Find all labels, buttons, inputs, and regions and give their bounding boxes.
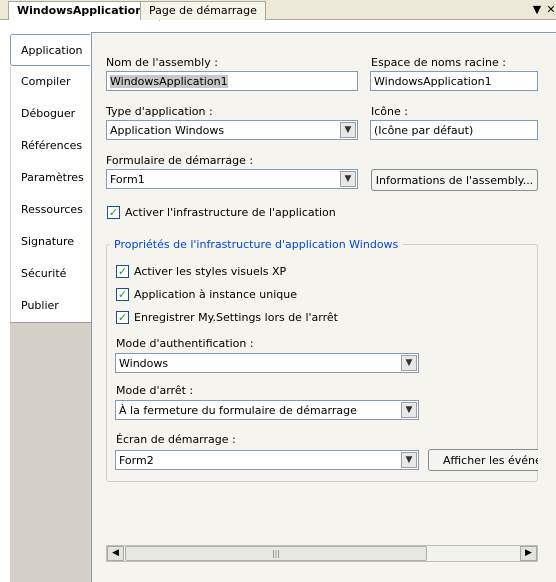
horizontal-scrollbar[interactable]: ◀ ||| ▶	[106, 545, 538, 562]
assembly-info-button[interactable]: Informations de l'assembly...	[371, 169, 538, 191]
startup-form-label: Formulaire de démarrage :	[106, 154, 254, 167]
chevron-down-icon[interactable]: ▼	[401, 402, 417, 418]
scrollbar-thumb[interactable]: |||	[125, 546, 427, 561]
icon-combo[interactable]: (Icône par défaut)	[370, 120, 538, 140]
splash-screen-value: Form2	[119, 454, 154, 467]
icon-value: (Icône par défaut)	[374, 124, 474, 137]
enable-framework-label: Activer l'infrastructure de l'applicatio…	[125, 206, 336, 219]
xp-styles-label: Activer les styles visuels XP	[134, 265, 287, 278]
auth-mode-value: Windows	[119, 357, 169, 370]
assembly-name-value: WindowsApplication1	[110, 75, 228, 88]
app-type-value: Application Windows	[110, 124, 225, 137]
xp-styles-checkbox[interactable]: ✓	[116, 265, 129, 278]
assembly-name-input[interactable]: WindowsApplication1	[106, 71, 358, 91]
chevron-down-icon[interactable]: ▼	[401, 355, 417, 371]
icon-label: Icône :	[371, 105, 408, 118]
app-type-label: Type d'application :	[106, 105, 213, 118]
framework-properties-group-title: Propriétés de l'infrastructure d'applica…	[110, 238, 403, 251]
splash-screen-label: Écran de démarrage :	[116, 433, 236, 446]
save-settings-checkbox[interactable]: ✓	[116, 311, 129, 324]
splash-screen-combo[interactable]: Form2 ▼	[115, 450, 419, 470]
auth-mode-label: Mode d'authentification :	[116, 337, 254, 350]
scroll-right-icon[interactable]: ▶	[520, 546, 537, 561]
single-instance-label: Application à instance unique	[134, 288, 298, 301]
assembly-name-label: Nom de l'assembly :	[106, 56, 218, 69]
startup-form-value: Form1	[110, 173, 145, 186]
chevron-down-icon[interactable]: ▼	[340, 171, 356, 187]
save-settings-label: Enregistrer My.Settings lors de l'arrêt	[134, 311, 338, 324]
app-type-combo[interactable]: Application Windows ▼	[106, 120, 358, 140]
root-namespace-label: Espace de noms racine :	[371, 56, 506, 69]
enable-framework-checkbox[interactable]: ✓	[107, 206, 120, 219]
shutdown-mode-value: À la fermeture du formulaire de démarrag…	[119, 404, 357, 417]
shutdown-mode-combo[interactable]: À la fermeture du formulaire de démarrag…	[115, 400, 419, 420]
auth-mode-combo[interactable]: Windows ▼	[115, 353, 419, 373]
root-namespace-input[interactable]: WindowsApplication1	[370, 71, 538, 91]
view-application-events-button[interactable]: Afficher les événem	[428, 449, 538, 471]
scroll-left-icon[interactable]: ◀	[107, 546, 124, 561]
single-instance-checkbox[interactable]: ✓	[116, 288, 129, 301]
startup-form-combo[interactable]: Form1 ▼	[106, 169, 358, 189]
shutdown-mode-label: Mode d'arrêt :	[116, 384, 194, 397]
chevron-down-icon[interactable]: ▼	[340, 122, 356, 138]
chevron-down-icon[interactable]: ▼	[401, 452, 417, 468]
